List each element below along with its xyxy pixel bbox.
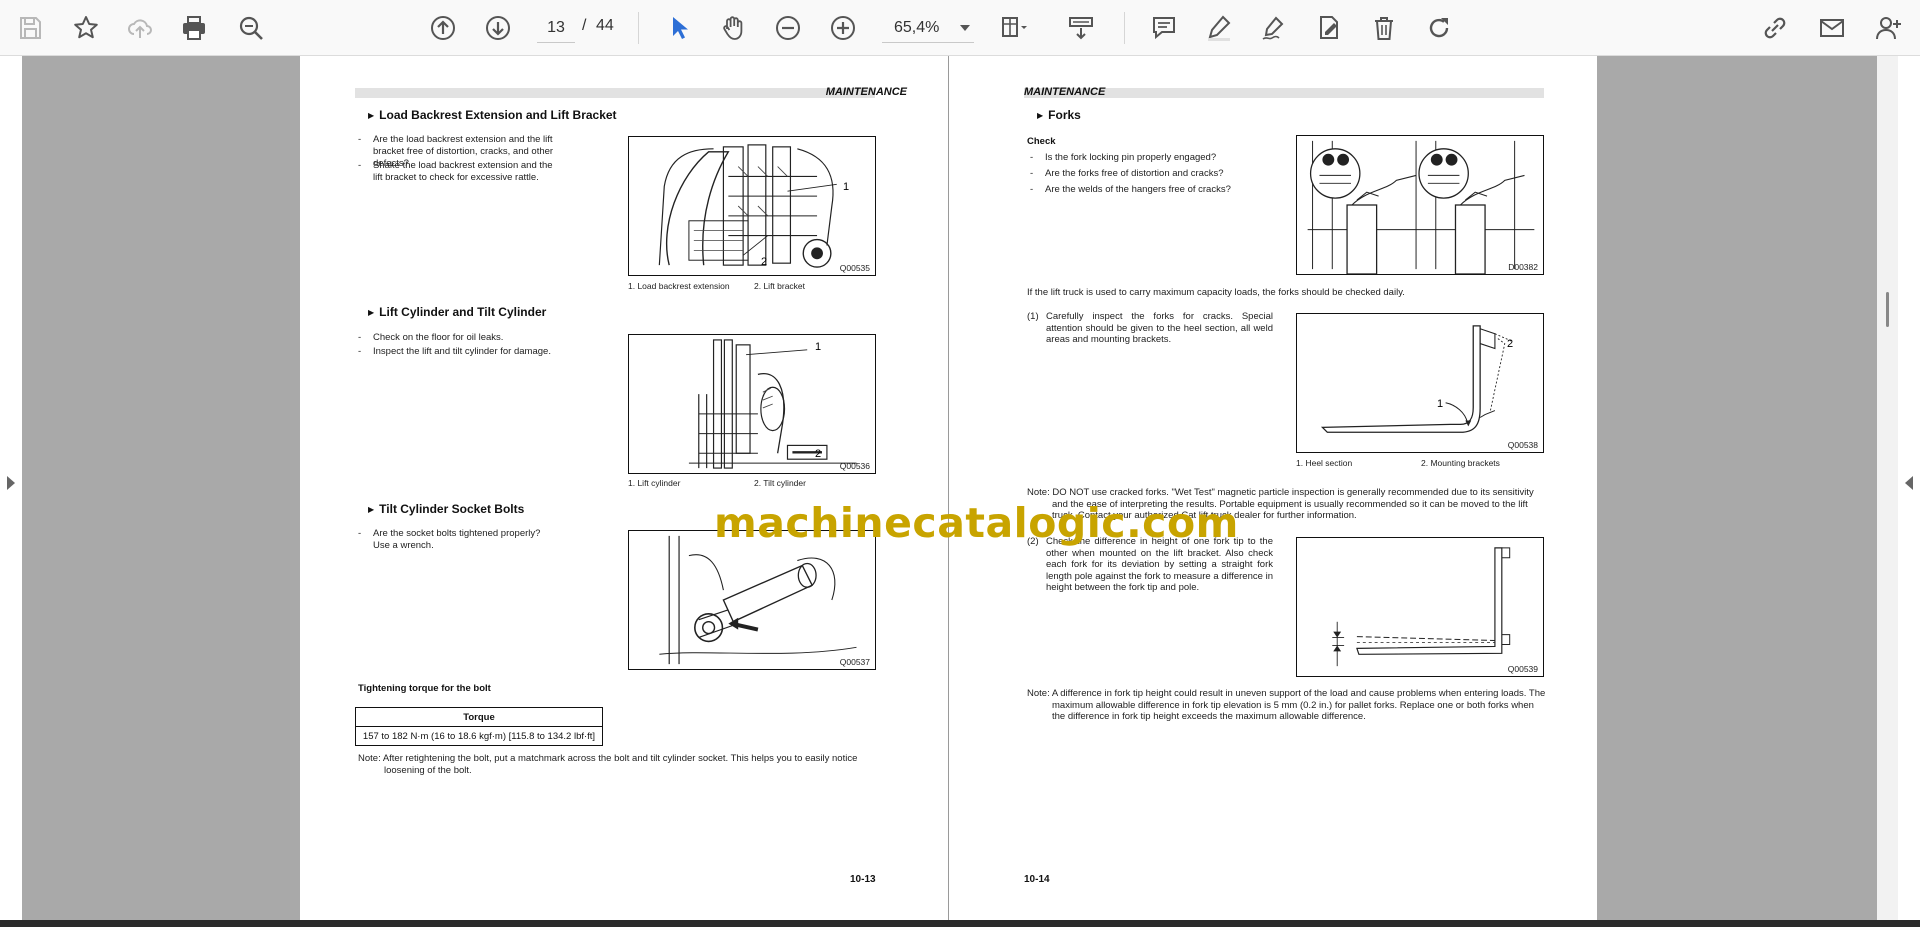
highlight-pen-icon[interactable] bbox=[1202, 11, 1236, 45]
figure-code: Q00538 bbox=[1507, 440, 1538, 450]
fit-page-icon[interactable] bbox=[996, 11, 1030, 45]
edit-page-icon[interactable] bbox=[1312, 11, 1346, 45]
toolbar-divider bbox=[1124, 12, 1125, 44]
section-title-cylinders: Lift Cylinder and Tilt Cylinder bbox=[368, 305, 546, 319]
page-header: MAINTENANCE bbox=[825, 86, 907, 98]
page-10-13: MAINTENANCE Load Backrest Extension and … bbox=[300, 56, 948, 920]
figure-caption: 1. Load backrest extension bbox=[628, 281, 730, 291]
torque-value: 157 to 182 N·m (16 to 18.6 kgf·m) [115.8… bbox=[355, 726, 603, 746]
rotate-icon[interactable] bbox=[1422, 11, 1456, 45]
sign-icon[interactable] bbox=[1257, 11, 1291, 45]
page-down-icon[interactable] bbox=[481, 11, 515, 45]
page-total: 44 bbox=[596, 17, 614, 34]
note-fork-tip-difference: Note: A difference in fork tip height co… bbox=[1027, 688, 1546, 722]
figure-heel-section: 1 2 Q00538 bbox=[1296, 313, 1544, 453]
left-panel-toggle[interactable] bbox=[7, 476, 15, 490]
email-icon[interactable] bbox=[1815, 11, 1849, 45]
zoom-select[interactable]: 65,4% bbox=[882, 13, 974, 43]
callout-2: 2 bbox=[1507, 338, 1514, 350]
bullet-item: - Are the forks free of distortion and cr… bbox=[1030, 168, 1224, 179]
check-heading: Check bbox=[1027, 136, 1056, 147]
hand-pan-icon[interactable] bbox=[716, 11, 750, 45]
page-header: MAINTENANCE bbox=[1024, 86, 1106, 98]
watermark-text: machinecatalogic.com bbox=[714, 499, 1239, 547]
figure-caption: 1. Lift cylinder bbox=[628, 478, 681, 488]
page-10-14: MAINTENANCE Forks Check -Is the fork loc… bbox=[949, 56, 1597, 920]
comment-icon[interactable] bbox=[1147, 11, 1181, 45]
fork-heel-illustration bbox=[1320, 325, 1513, 433]
item-number: (1) bbox=[1027, 311, 1039, 322]
scrollbar-thumb[interactable] bbox=[1886, 292, 1889, 327]
chevron-down-icon bbox=[960, 24, 970, 31]
callout-2: 2 bbox=[815, 448, 822, 460]
callout-2: 2 bbox=[761, 256, 768, 268]
right-panel-toggle[interactable] bbox=[1905, 476, 1913, 490]
add-user-icon[interactable] bbox=[1872, 11, 1906, 45]
page-number-input[interactable] bbox=[537, 13, 575, 43]
figure-caption: 2. Mounting brackets bbox=[1421, 458, 1500, 468]
figure-code: Q00537 bbox=[839, 657, 870, 667]
page-number: 10-14 bbox=[1024, 874, 1050, 885]
save-icon[interactable] bbox=[13, 11, 47, 45]
daily-check-text: If the lift truck is used to carry maxim… bbox=[1027, 287, 1405, 298]
delete-icon[interactable] bbox=[1367, 11, 1401, 45]
torque-note: Note: After retightening the bolt, put a… bbox=[358, 753, 858, 776]
scroll-mode-icon[interactable] bbox=[1064, 11, 1098, 45]
figure-caption: 1. Heel section bbox=[1296, 458, 1353, 468]
callout-1: 1 bbox=[1437, 398, 1444, 410]
figure-fork-tip-height: Q00539 bbox=[1296, 537, 1544, 677]
torque-column-header: Torque bbox=[355, 707, 603, 727]
link-icon[interactable] bbox=[1758, 11, 1792, 45]
section-title-forks: Forks bbox=[1037, 108, 1081, 122]
figure-lift-tilt-cylinder: 1 2 Q00536 bbox=[628, 334, 876, 474]
select-cursor-icon[interactable] bbox=[662, 11, 696, 45]
figure-code: D00382 bbox=[1508, 262, 1538, 272]
figure-fork-locking-pin: D00382 bbox=[1296, 135, 1544, 275]
bullet-item: - Inspect the lift and tilt cylinder for … bbox=[358, 346, 551, 357]
vertical-scrollbar[interactable] bbox=[1877, 56, 1898, 920]
zoom-search-icon[interactable] bbox=[234, 11, 268, 45]
cylinder-illustration bbox=[688, 339, 857, 469]
figure-socket-bolts: Q00537 bbox=[628, 530, 876, 670]
figure-caption: 2. Lift bracket bbox=[754, 281, 806, 291]
callout-1: 1 bbox=[843, 181, 850, 193]
fork-tip-illustration bbox=[1332, 547, 1511, 667]
figure-caption: 2. Tilt cylinder bbox=[754, 478, 806, 488]
page-up-icon[interactable] bbox=[426, 11, 460, 45]
torque-heading: Tightening torque for the bolt bbox=[358, 683, 491, 694]
forklift-mast-illustration bbox=[658, 144, 837, 268]
cloud-upload-icon[interactable] bbox=[123, 11, 157, 45]
bullet-item: - Are the welds of the hangers free of cr… bbox=[1030, 184, 1231, 195]
figure-backrest-bracket: 1 2 Q00535 bbox=[628, 136, 876, 276]
document-viewer: MAINTENANCE Load Backrest Extension and … bbox=[0, 56, 1920, 920]
item-1-text: Carefully inspect the forks for cracks. … bbox=[1046, 311, 1273, 345]
print-icon[interactable] bbox=[177, 11, 211, 45]
taskbar-edge bbox=[0, 920, 1920, 927]
zoom-value: 65,4% bbox=[894, 18, 940, 36]
bullet-item: - Shake the load backrest extension and t… bbox=[358, 160, 553, 183]
toolbar: / 44 65,4% bbox=[0, 0, 1920, 56]
fork-pin-illustration bbox=[1307, 140, 1535, 274]
page-separator: / bbox=[582, 17, 587, 34]
bullet-item: - Check on the floor for oil leaks. bbox=[358, 332, 504, 343]
page-number: 10-13 bbox=[850, 874, 876, 885]
callout-1: 1 bbox=[815, 341, 822, 353]
figure-code: Q00536 bbox=[839, 461, 870, 471]
bullet-item: - Is the fork locking pin properly engage… bbox=[1030, 152, 1217, 163]
header-rule bbox=[355, 88, 875, 98]
zoom-in-icon[interactable] bbox=[826, 11, 860, 45]
section-title-socket-bolts: Tilt Cylinder Socket Bolts bbox=[368, 502, 524, 516]
bullet-item: - Are the socket bolts tightened properly… bbox=[358, 528, 541, 551]
bookmark-star-icon[interactable] bbox=[69, 11, 103, 45]
section-title-backrest: Load Backrest Extension and Lift Bracket bbox=[368, 108, 616, 122]
figure-code: Q00535 bbox=[839, 263, 870, 273]
torque-table: Torque 157 to 182 N·m (16 to 18.6 kgf·m)… bbox=[355, 707, 603, 746]
socket-bolt-illustration bbox=[659, 535, 857, 665]
toolbar-divider bbox=[638, 12, 639, 44]
zoom-out-icon[interactable] bbox=[771, 11, 805, 45]
figure-code: Q00539 bbox=[1507, 664, 1538, 674]
